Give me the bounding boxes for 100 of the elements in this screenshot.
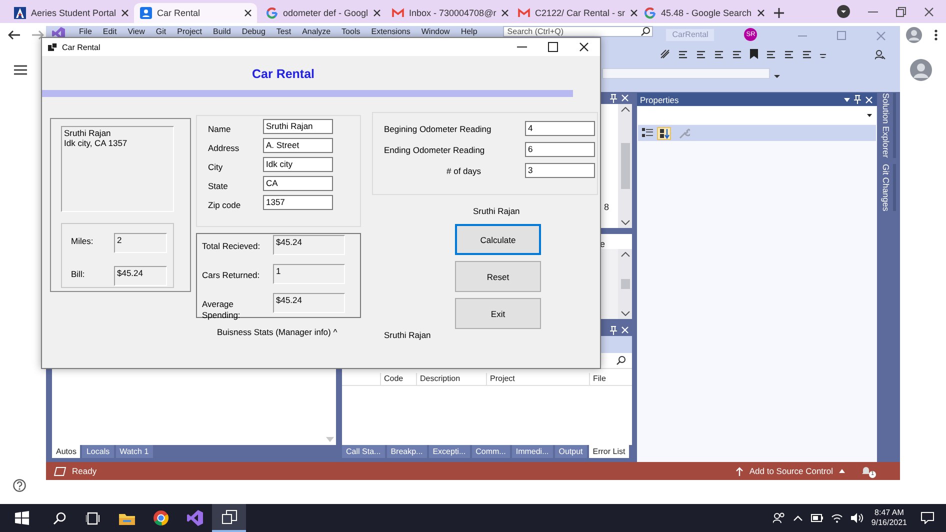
clock[interactable]: 8:47 AM 9/16/2021 <box>871 508 907 528</box>
menu-item[interactable]: Tools <box>342 26 360 37</box>
input-field[interactable]: A. Street <box>263 138 333 153</box>
menu-item[interactable]: Window <box>421 26 450 37</box>
column-header[interactable]: Description <box>416 373 486 385</box>
search-icon[interactable] <box>616 356 626 365</box>
input-field[interactable]: 4 <box>525 121 595 136</box>
avatar-icon[interactable] <box>906 27 922 43</box>
panel-tab[interactable]: Breakp... <box>386 445 427 458</box>
side-tab[interactable]: Git Changes <box>878 164 896 211</box>
input-field[interactable]: Sruthi Rajan <box>263 119 333 134</box>
people-icon[interactable] <box>773 512 786 524</box>
scrollbar-thumb[interactable] <box>620 143 630 189</box>
action-button[interactable]: Calculate <box>455 224 541 255</box>
close-icon[interactable] <box>373 9 382 17</box>
panel-tab[interactable]: Immedi... <box>512 445 553 458</box>
action-button[interactable]: Exit <box>455 298 541 329</box>
input-field[interactable]: CA <box>263 176 333 191</box>
panel-tab[interactable]: Call Sta... <box>342 445 385 458</box>
menu-item[interactable]: Extensions <box>371 26 410 37</box>
window-stack-taskbar-button[interactable] <box>212 504 246 532</box>
menu-icon[interactable] <box>14 65 27 75</box>
output-icon[interactable] <box>54 466 66 476</box>
close-icon[interactable] <box>501 9 510 17</box>
menu-item[interactable]: View <box>128 26 145 37</box>
menu-item[interactable]: Edit <box>102 26 117 37</box>
dropdown-icon[interactable] <box>837 5 850 18</box>
panel-title: Properties <box>640 94 680 104</box>
wifi-icon[interactable] <box>831 513 844 523</box>
panel-tab[interactable]: Autos <box>52 445 80 458</box>
menu-item[interactable]: File <box>79 26 92 37</box>
browser-tab[interactable]: Car Rental <box>134 3 257 23</box>
output-field: $45.24 <box>273 235 345 255</box>
close-icon[interactable] <box>756 9 765 17</box>
menu-item[interactable]: Debug <box>242 26 266 37</box>
restore-icon[interactable] <box>896 6 906 16</box>
chevron-down-icon <box>620 311 630 316</box>
side-tab[interactable]: Solution Explorer <box>878 93 896 158</box>
input-field[interactable]: 1357 <box>263 195 333 210</box>
browser-icon <box>153 510 169 526</box>
menu-item[interactable]: Project <box>177 26 202 37</box>
panel-tab[interactable]: Excepti... <box>428 445 470 458</box>
volume-icon[interactable] <box>851 513 864 523</box>
scrollbar-thumb[interactable] <box>620 279 630 289</box>
menu-item[interactable]: Analyze <box>302 26 331 37</box>
panel-tab[interactable]: Locals <box>82 445 114 458</box>
list-icon[interactable] <box>732 49 742 59</box>
bookmark-icon[interactable] <box>750 49 758 59</box>
avatar-icon[interactable] <box>910 59 932 81</box>
align-lines-icon[interactable] <box>714 49 724 59</box>
menu-item[interactable]: Test <box>276 26 292 37</box>
action-button[interactable]: Reset <box>455 261 541 292</box>
close-icon[interactable] <box>121 9 130 17</box>
pin-icon[interactable] <box>854 95 861 104</box>
pin-icon[interactable] <box>610 94 617 102</box>
output-field: 2 <box>114 233 167 253</box>
menu-item[interactable]: Git <box>156 26 166 37</box>
new-tab-icon[interactable] <box>774 8 784 18</box>
notification-bell-icon[interactable] <box>861 466 871 476</box>
notification-icon[interactable] <box>921 512 934 524</box>
menu-item[interactable]: Build <box>213 26 231 37</box>
back-icon[interactable] <box>8 30 20 40</box>
forward-icon[interactable] <box>32 30 44 40</box>
more-options-icon[interactable] <box>934 29 938 41</box>
close-icon[interactable] <box>244 9 252 17</box>
input-field[interactable]: 3 <box>525 163 595 178</box>
close-icon[interactable] <box>630 9 638 17</box>
scrollbar[interactable] <box>618 249 632 319</box>
dropdown-field[interactable] <box>602 68 770 78</box>
dropdown-icon[interactable] <box>844 98 850 102</box>
column-header[interactable]: File <box>589 373 632 385</box>
panel-tab[interactable]: Watch 1 <box>116 445 153 458</box>
source-control-link[interactable]: Add to Source Control <box>749 466 833 476</box>
window-title: Car Rental <box>62 42 100 52</box>
field-label: City <box>208 162 224 172</box>
search-field[interactable]: Search (Ctrl+Q) <box>503 26 654 37</box>
form-app-icon <box>48 42 57 52</box>
input-field[interactable]: Idk city <box>263 157 333 172</box>
field-label: Name <box>208 124 232 134</box>
panel-tab[interactable]: Error List <box>588 445 630 458</box>
menu-item[interactable]: Help <box>460 26 478 37</box>
pin-icon[interactable] <box>610 326 617 334</box>
input-field[interactable]: 6 <box>525 142 595 157</box>
column-header[interactable]: Code <box>380 373 416 385</box>
panel-toolbar <box>601 336 632 353</box>
field-label: Cars Returned: <box>202 270 261 281</box>
close-icon[interactable] <box>579 42 589 52</box>
arrow-up-icon[interactable] <box>736 466 744 476</box>
field-label: Address <box>208 143 240 153</box>
caret-up-icon[interactable] <box>793 515 804 521</box>
panel-tab[interactable]: Output <box>554 445 587 458</box>
categorized-icon[interactable] <box>642 128 653 138</box>
battery-icon[interactable] <box>811 514 824 522</box>
maximize-icon[interactable] <box>548 42 558 52</box>
alphabetical-icon[interactable] <box>657 126 671 140</box>
column-header[interactable]: Project <box>486 373 589 385</box>
stats-toggle-link[interactable]: Buisness Stats (Manager info) ^ <box>217 327 361 337</box>
help-icon[interactable] <box>13 479 26 492</box>
panel-tab[interactable]: Comm... <box>472 445 510 458</box>
scrollbar[interactable] <box>618 104 632 228</box>
